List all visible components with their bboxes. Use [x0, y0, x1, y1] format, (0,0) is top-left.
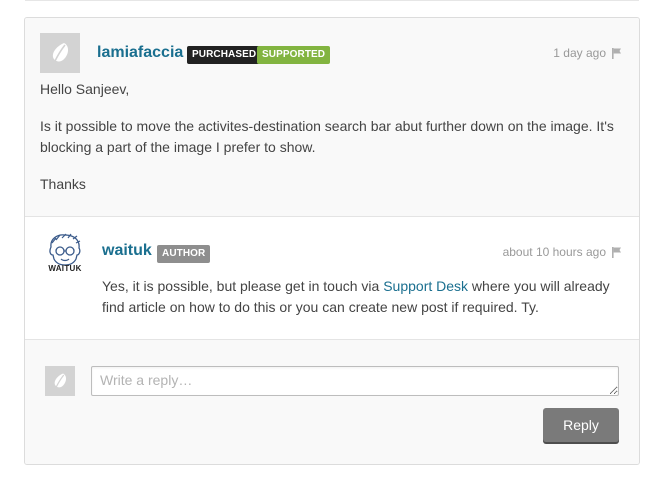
top-divider: [25, 0, 639, 1]
support-desk-link[interactable]: Support Desk: [383, 278, 468, 294]
supported-badge: SUPPORTED: [257, 46, 331, 64]
avatar[interactable]: [40, 33, 80, 73]
reply-text: Yes, it is possible, but please get in t…: [102, 276, 622, 318]
username-link[interactable]: lamiafaccia: [97, 44, 183, 62]
reply-textarea[interactable]: [91, 366, 619, 396]
reply-meta: about 10 hours ago: [503, 245, 623, 259]
comment-thread: lamiafaccia PURCHASED SUPPORTED 1 day ag…: [24, 17, 640, 465]
flag-icon[interactable]: [611, 47, 623, 59]
reply-button[interactable]: Reply: [543, 408, 619, 442]
reply-time[interactable]: about 10 hours ago: [503, 245, 606, 259]
comment-paragraph: Is it possible to move the activites-des…: [40, 118, 614, 155]
author-reply: WAITUK waituk AUTHOR about 10 hours ago …: [25, 216, 639, 340]
author-badge: AUTHOR: [157, 245, 211, 263]
author-avatar[interactable]: WAITUK: [43, 231, 87, 275]
comment-meta: 1 day ago: [553, 46, 623, 60]
comment: lamiafaccia PURCHASED SUPPORTED 1 day ag…: [25, 18, 639, 216]
envato-leaf-icon: [45, 366, 75, 396]
author-username-link[interactable]: waituk: [102, 242, 152, 260]
comment-time[interactable]: 1 day ago: [553, 46, 606, 60]
envato-leaf-icon: [40, 33, 80, 73]
current-user-avatar: [45, 366, 75, 396]
reply-form: Reply: [25, 340, 639, 464]
avatar-wordmark: WAITUK: [48, 264, 82, 273]
purchased-badge: PURCHASED: [187, 46, 262, 64]
flag-icon[interactable]: [611, 246, 623, 258]
reply-text-start: Yes, it is possible, but please get in t…: [102, 278, 384, 294]
comment-paragraph: Thanks: [40, 176, 86, 192]
comment-paragraph: Hello Sanjeev,: [40, 81, 130, 97]
